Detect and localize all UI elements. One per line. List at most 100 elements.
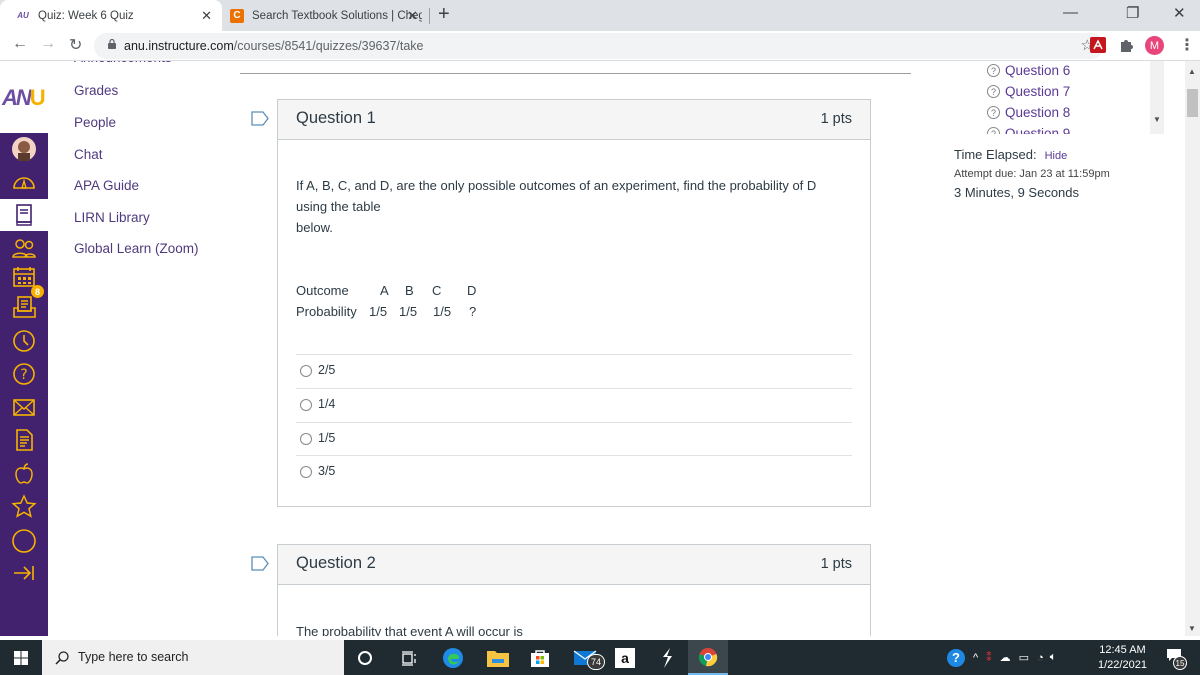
tab-title: Search Textbook Solutions | Cheg [252,9,422,22]
cortana-icon[interactable] [345,640,385,675]
wifi-icon[interactable]: ◔ [1037,652,1044,664]
question-card: Question 1 1 pts If A, B, C, and D, are … [277,99,871,507]
question-link[interactable]: ? Question 9 [987,126,1070,134]
extensions-puzzle-icon[interactable] [1118,37,1134,53]
scrollbar-thumb[interactable] [1187,89,1198,117]
question-link-label[interactable]: Question 8 [1005,105,1070,120]
tab-chegg[interactable]: C Search Textbook Solutions | Cheg ✕ [214,0,428,31]
courses-icon[interactable] [0,199,48,231]
help-tray-icon[interactable]: ? [947,648,965,667]
microsoft-store-icon[interactable] [520,640,560,675]
collapse-nav-icon[interactable] [0,557,48,589]
question-link-label[interactable]: Question 6 [1005,63,1070,78]
volume-icon[interactable]: 🔈︎ [1050,651,1057,664]
question-text: The probability that event A will occur … [296,624,523,636]
reload-button[interactable]: ↻ [69,35,82,55]
document-icon[interactable] [0,424,48,456]
history-icon[interactable] [0,325,48,357]
close-tab-icon[interactable]: ✕ [201,8,212,24]
anu-logo[interactable]: ANU [2,85,50,110]
question-title: Question 1 [296,109,376,127]
back-button[interactable]: ← [12,35,28,53]
question-list-scrollbar[interactable]: ▼ [1150,61,1164,134]
edge-browser-icon[interactable] [433,640,473,675]
close-window-button[interactable]: ✕ [1173,4,1186,22]
amazon-letter: a [615,647,635,668]
answer-radio[interactable] [300,365,312,377]
groups-icon[interactable] [0,232,48,264]
course-link-people[interactable]: People [74,115,116,130]
question-link[interactable]: ? Question 7 [987,84,1070,99]
restore-button[interactable]: ❐ [1126,4,1139,22]
question-link-label[interactable]: Question 9 [1005,126,1070,134]
answer-label[interactable]: 2/5 [318,363,335,377]
app-bolt-icon[interactable] [647,640,687,675]
taskbar-clock[interactable]: 12:45 AM 1/22/2021 [1098,643,1147,673]
task-view-icon[interactable] [389,640,429,675]
question-header: Question 1 1 pts [278,100,870,140]
mail-app-icon[interactable]: 74 [565,640,605,675]
new-tab-button[interactable]: + [438,3,450,26]
flag-question-icon[interactable] [251,556,269,571]
course-link-global-learn[interactable]: Global Learn (Zoom) [74,241,199,256]
answer-label[interactable]: 3/5 [318,464,335,478]
scroll-up-arrow-icon[interactable]: ▲ [1188,67,1196,76]
taskbar-search[interactable]: Type here to search [42,640,344,675]
flag-question-icon[interactable] [251,111,269,126]
svg-text:?: ? [20,367,27,383]
close-tab-icon[interactable]: ✕ [407,8,418,24]
acrobat-extension-icon[interactable] [1090,37,1106,53]
answer-radio[interactable] [300,399,312,411]
scroll-down-arrow-icon[interactable]: ▼ [1153,115,1161,124]
answer-option[interactable]: 1/5 [296,422,852,456]
minimize-button[interactable]: — [1063,4,1078,21]
action-center-icon[interactable]: 15 [1166,648,1187,670]
hide-timer-link[interactable]: Hide [1045,150,1068,162]
clock-date: 1/22/2021 [1098,659,1147,671]
chrome-browser-icon[interactable] [688,640,728,675]
question-text-line: using the table [296,199,381,214]
circle-icon[interactable] [0,525,48,557]
tab-title: Quiz: Week 6 Quiz [38,9,134,22]
table-cell: 1/5 [433,304,452,319]
course-link-announcements[interactable]: Announcements [74,61,172,65]
address-bar[interactable]: anu.instructure.com/courses/8541/quizzes… [94,33,1104,59]
answer-option[interactable]: 3/5 [296,455,852,489]
answer-label[interactable]: 1/5 [318,431,335,445]
course-link-chat[interactable]: Chat [74,147,103,162]
dashboard-icon[interactable] [0,166,48,198]
question-link-label[interactable]: Question 7 [1005,84,1070,99]
course-link-grades[interactable]: Grades [74,83,118,98]
logo-u: U [29,85,46,110]
course-link-lirn-library[interactable]: LIRN Library [74,210,150,225]
star-icon[interactable] [0,491,48,523]
answer-radio[interactable] [300,466,312,478]
answer-label[interactable]: 1/4 [318,397,335,411]
show-hidden-icons-chevron[interactable]: ^ [973,652,978,664]
onedrive-cloud-icon[interactable]: ☁ [1000,651,1011,664]
network-alert-icon[interactable]: ⁑ [986,651,992,664]
browser-menu-icon[interactable]: ⋮ [1179,35,1195,55]
profile-avatar[interactable]: M [1145,36,1164,55]
page-scrollbar[interactable]: ▲ ▼ [1185,61,1200,636]
scroll-down-arrow-icon[interactable]: ▼ [1188,624,1196,633]
question-link[interactable]: ? Question 8 [987,105,1070,120]
tab-separator [429,8,430,24]
battery-icon[interactable]: ▭ [1019,651,1029,664]
avatar-photo-icon [12,137,36,161]
help-icon[interactable]: ? [0,358,48,390]
account-avatar[interactable] [0,133,48,165]
inbox-tray-icon[interactable]: 8 [0,285,48,323]
tab-quiz[interactable]: AU Quiz: Week 6 Quiz ✕ [0,0,222,31]
windows-start-icon[interactable] [14,651,28,665]
course-link-apa-guide[interactable]: APA Guide [74,178,139,193]
answer-radio[interactable] [300,433,312,445]
answer-option[interactable]: 1/4 [296,388,852,422]
mail-icon[interactable] [0,391,48,423]
file-explorer-icon[interactable] [478,640,518,675]
question-link[interactable]: ? Question 6 [987,63,1070,78]
amazon-icon[interactable]: a [605,640,645,675]
apple-icon[interactable] [0,458,48,490]
answer-option[interactable]: 2/5 [296,354,852,388]
forward-button[interactable]: → [40,35,56,53]
